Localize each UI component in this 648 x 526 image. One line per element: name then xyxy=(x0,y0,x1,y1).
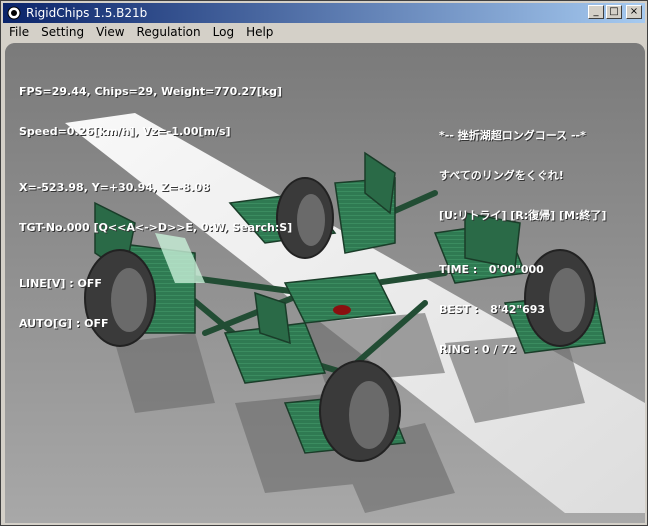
hud-best-label: BEST : xyxy=(439,303,479,316)
hud-auto-toggle: AUTO[G] : OFF xyxy=(19,317,109,330)
hud-target: TGT-No.000 [Q<<A<->D>>E, 0:W, Search:S] xyxy=(19,221,293,234)
window-title: RigidChips 1.5.B21b xyxy=(26,6,148,20)
hud-line-toggle: LINE[V] : OFF xyxy=(19,277,102,290)
close-button[interactable]: × xyxy=(626,5,642,19)
minimize-button[interactable]: _ xyxy=(588,5,604,19)
hud-best-row: BEST : 8'42"693 xyxy=(439,303,606,317)
hud-right: *-- 挫折湖超ロングコース --* すべてのリングをくぐれ! [U:リトライ]… xyxy=(439,103,606,383)
hud-time-row: TIME : 0'00"000 xyxy=(439,263,606,277)
hud-coords: X=-523.98, Y=+30.94, Z=-8.08 xyxy=(19,181,210,194)
hud-time-value: 0'00"000 xyxy=(488,263,544,276)
app-window: RigidChips 1.5.B21b _ □ × File Setting V… xyxy=(0,0,648,526)
3d-viewport[interactable]: FPS=29.44, Chips=29, Weight=770.27[kg] S… xyxy=(5,43,645,523)
menu-help[interactable]: Help xyxy=(240,25,279,39)
hud-keys: [U:リトライ] [R:復帰] [M:終了] xyxy=(439,209,607,222)
hud-course-title: *-- 挫折湖超ロングコース --* xyxy=(439,129,586,142)
app-icon[interactable] xyxy=(6,5,22,21)
hud-stats-speed: Speed=0.26[km/h], Vz=-1.00[m/s] xyxy=(19,125,231,138)
menu-file[interactable]: File xyxy=(3,25,35,39)
hud-best-value: 8'42"693 xyxy=(490,303,546,316)
hud-time-label: TIME : xyxy=(439,263,478,276)
menu-log[interactable]: Log xyxy=(207,25,240,39)
menu-view[interactable]: View xyxy=(90,25,130,39)
maximize-button[interactable]: □ xyxy=(606,5,622,19)
hud-left: FPS=29.44, Chips=29, Weight=770.27[kg] S… xyxy=(19,59,292,357)
menu-setting[interactable]: Setting xyxy=(35,25,90,39)
window-controls: _ □ × xyxy=(588,5,642,19)
hud-stats-fps: FPS=29.44, Chips=29, Weight=770.27[kg] xyxy=(19,85,282,98)
title-bar[interactable]: RigidChips 1.5.B21b _ □ × xyxy=(3,3,645,23)
menu-bar: File Setting View Regulation Log Help xyxy=(3,23,645,41)
hud-ring-count: RING : 0 / 72 xyxy=(439,343,517,356)
menu-regulation[interactable]: Regulation xyxy=(131,25,207,39)
hud-instruction: すべてのリングをくぐれ! xyxy=(439,169,564,182)
